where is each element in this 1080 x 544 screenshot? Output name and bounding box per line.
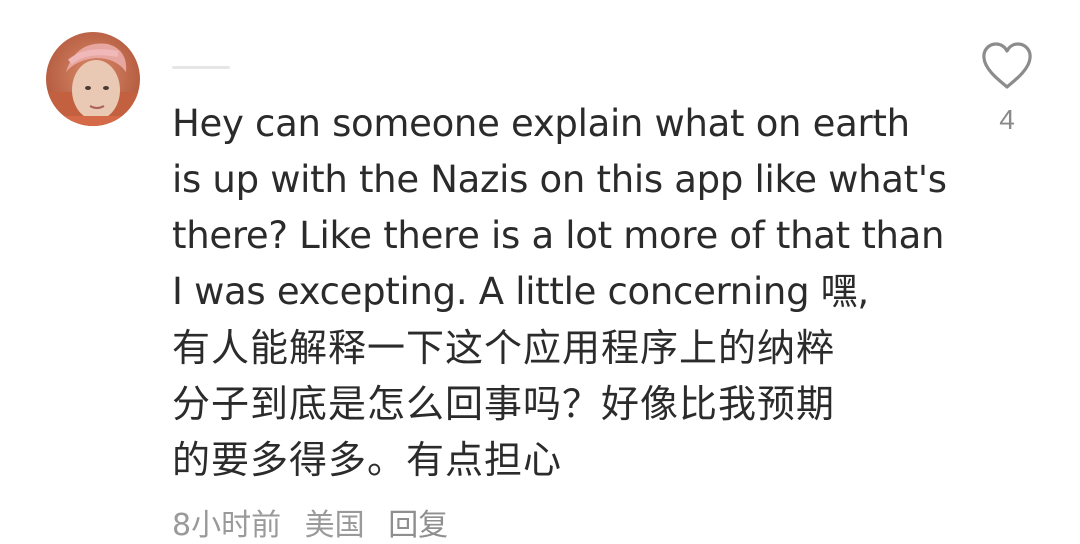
username-redacted — [172, 66, 230, 69]
comment-time: 8小时前 — [172, 508, 282, 543]
like-count: 4 — [999, 104, 1015, 135]
comment-line: is up with the Nazis on this app like wh… — [172, 158, 947, 201]
comment-line: 有人能解释一下这个应用程序上的纳粹 — [172, 326, 836, 370]
heart-outline-icon[interactable] — [979, 40, 1035, 92]
comment-text: Hey can someone explain what on earth is… — [172, 96, 947, 488]
comment-line: Hey can someone explain what on earth — [172, 102, 910, 145]
reply-button[interactable]: 回复 — [388, 508, 448, 543]
comment-location: 美国 — [304, 508, 365, 543]
avatar-image — [46, 32, 140, 126]
user-avatar[interactable] — [46, 32, 140, 126]
comment-line: there? Like there is a lot more of that … — [172, 214, 945, 257]
comment-item: Hey can someone explain what on earth is… — [0, 0, 1080, 543]
comment-meta: 8小时前 美国 回复 — [172, 500, 462, 544]
comment-line: 分子到底是怎么回事吗？好像比我预期 — [172, 382, 836, 426]
comment-line: 的要多得多。有点担心 — [172, 438, 563, 482]
comment-line: I was excepting. A little concerning 嘿, — [172, 270, 869, 313]
like-control[interactable]: 4 — [972, 40, 1042, 136]
